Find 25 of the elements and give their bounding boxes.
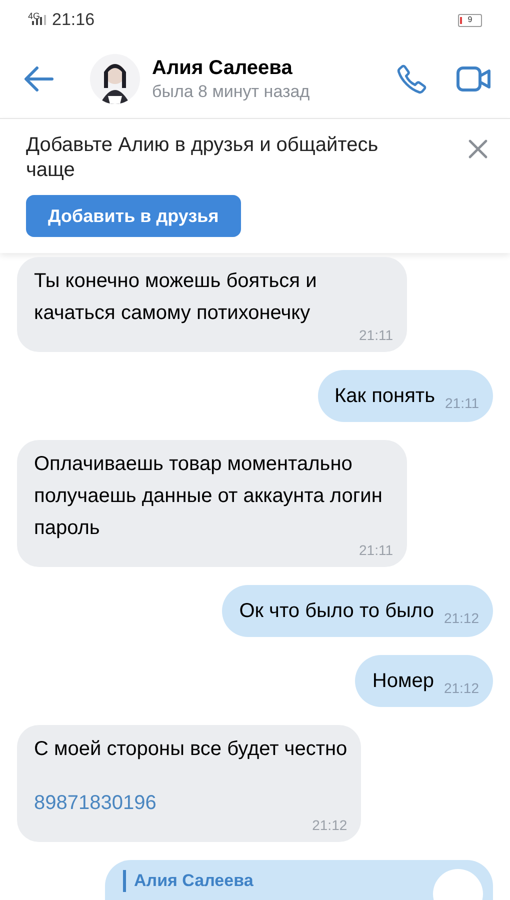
back-arrow-icon[interactable] <box>24 66 54 92</box>
message-text: Оплачиваешь товар моментально получаешь данные от аккаунта логин пароль <box>34 452 384 541</box>
message-text: Ок что было то было <box>239 599 434 624</box>
message-text: С моей стороны все будет честно <box>34 737 348 762</box>
message-text: Номер <box>372 669 434 694</box>
message-time: 21:11 <box>359 326 393 345</box>
battery-icon: 9 <box>458 14 482 26</box>
banner-text: Добавьте Алию в друзья и общайтесь чаще <box>26 133 380 183</box>
clock: 21:16 <box>52 9 95 32</box>
message-time: 21:11 <box>445 394 479 412</box>
message-time: 21:11 <box>359 541 393 560</box>
network-label: 4G <box>28 12 40 20</box>
message-text: Ты конечно можешь бояться и качаться самому потихонечку <box>34 269 318 326</box>
message-time: 21:12 <box>444 678 479 698</box>
phone-link[interactable]: 89871830196 <box>34 787 156 819</box>
message-text: Как понять <box>334 384 435 409</box>
add-friend-button[interactable]: Добавить в друзья <box>26 195 241 237</box>
close-icon[interactable] <box>468 139 488 159</box>
contact-name: Алия Салеева <box>152 56 294 81</box>
message-time: 21:12 <box>444 608 479 628</box>
video-camera-icon[interactable] <box>456 65 492 93</box>
message-time: 21:12 <box>312 816 348 835</box>
last-seen-status: была 8 минут назад <box>152 81 311 103</box>
quote-author: Алия Салеева <box>134 870 254 892</box>
phone-icon[interactable] <box>396 63 428 95</box>
